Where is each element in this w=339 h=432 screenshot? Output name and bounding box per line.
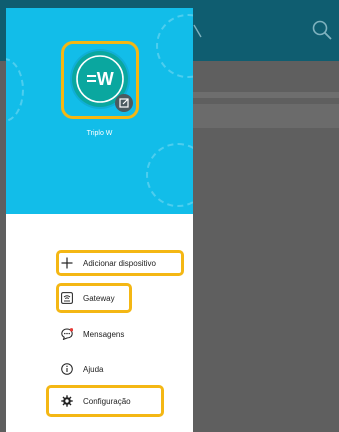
navigation-drawer: =W Triplo W Adicionar dispositivo Gatewa… xyxy=(6,8,193,432)
gear-icon xyxy=(61,395,73,407)
decoration-circle xyxy=(6,58,24,122)
app-divider xyxy=(193,92,339,98)
decoration-circle xyxy=(146,143,193,207)
info-icon xyxy=(61,363,73,375)
logo-text: =W xyxy=(86,69,114,89)
menu-item-label: Gateway xyxy=(83,293,115,303)
menu-item-label: Mensagens xyxy=(83,329,125,339)
messages-icon xyxy=(61,328,73,340)
drawer-header: =W Triplo W xyxy=(6,8,193,214)
menu-item-label: Ajuda xyxy=(83,364,104,374)
app-row xyxy=(193,104,339,128)
search-icon[interactable] xyxy=(311,19,333,41)
menu-item-label: Configuração xyxy=(83,396,131,406)
menu-item-messages[interactable]: Mensagens xyxy=(61,324,124,344)
plus-icon xyxy=(61,257,73,269)
decoration-circle xyxy=(156,14,193,78)
avatar[interactable]: =W xyxy=(72,51,133,112)
gateway-icon xyxy=(61,292,73,304)
menu-item-help[interactable]: Ajuda xyxy=(61,359,103,379)
avatar-highlight: =W xyxy=(61,41,139,119)
menu-item-label: Adicionar dispositivo xyxy=(83,258,156,268)
edit-avatar-button[interactable] xyxy=(115,94,133,112)
profile-name: Triplo W xyxy=(86,130,113,137)
menu-item-add-device[interactable]: Adicionar dispositivo xyxy=(61,253,156,273)
edit-icon xyxy=(119,98,129,108)
menu-item-gateway[interactable]: Gateway xyxy=(61,288,115,308)
menu-item-settings[interactable]: Configuração xyxy=(61,391,131,411)
